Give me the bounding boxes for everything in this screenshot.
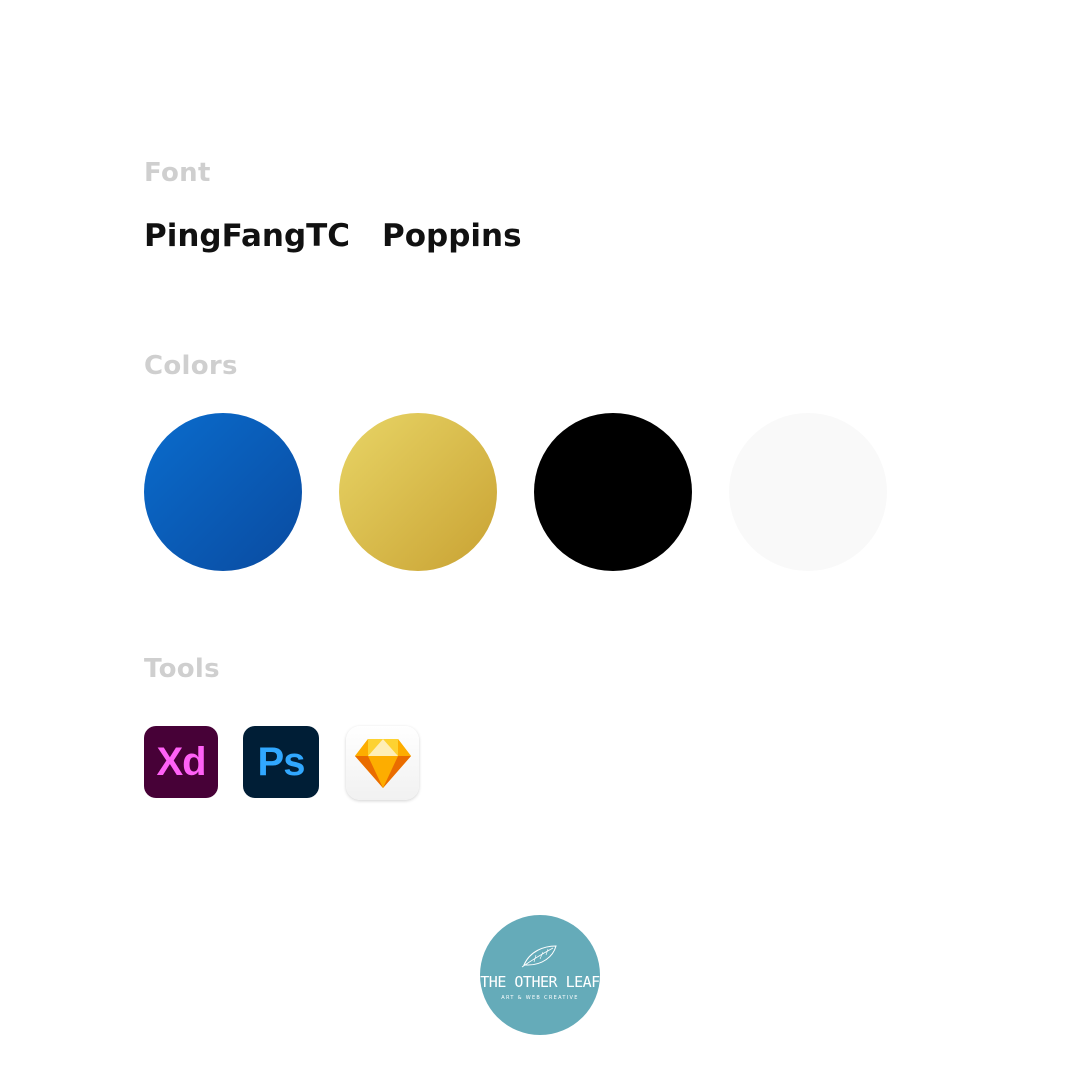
font-section-label: Font: [144, 158, 211, 188]
color-swatch-black: [534, 413, 692, 571]
ps-icon: Ps: [243, 726, 319, 798]
colors-section-label: Colors: [144, 351, 238, 381]
tools-section-label: Tools: [144, 654, 220, 684]
logo-subtitle: ART & WEB CREATIVE: [501, 995, 579, 1001]
color-swatch-gold: [339, 413, 497, 571]
xd-icon-text: Xd: [156, 739, 206, 784]
sketch-diamond-icon: [346, 726, 419, 800]
sketch-diamond-shape: [354, 739, 411, 788]
color-swatch-blue: [144, 413, 302, 571]
the-other-leaf-logo: THE OTHER LEAF ART & WEB CREATIVE: [480, 915, 600, 1035]
leaf-icon: [521, 945, 557, 968]
font-name-pingfangtc: PingFangTC: [144, 218, 351, 254]
xd-icon: Xd: [144, 726, 218, 798]
font-name-poppins: Poppins: [382, 218, 522, 254]
logo-title: THE OTHER LEAF: [480, 973, 600, 991]
color-swatch-white: [729, 413, 887, 571]
ps-icon-text: Ps: [257, 739, 306, 784]
